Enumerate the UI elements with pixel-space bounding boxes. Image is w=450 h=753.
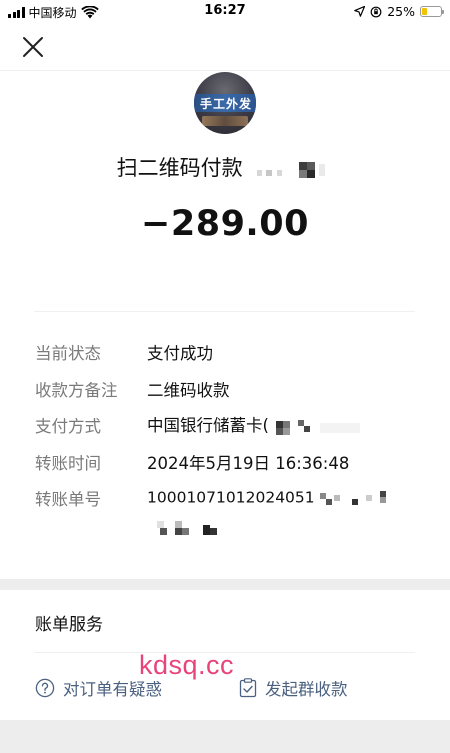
avatar-lights [202, 116, 248, 126]
detail-value: 10001071012024051 [147, 487, 396, 509]
detail-label: 当前状态 [35, 344, 101, 363]
group-collect-button[interactable]: 发起群收款 [239, 676, 348, 700]
order-number-text: 10001071012024051 [147, 488, 315, 507]
detail-label: 转账时间 [35, 454, 101, 473]
battery-percent: 25% [387, 4, 415, 19]
bottom-background [0, 732, 450, 753]
detail-value: 中国银行储蓄卡( [147, 412, 366, 438]
detail-label: 收款方备注 [35, 381, 118, 400]
orientation-lock-icon [370, 6, 382, 17]
order-question-label: 对订单有疑惑 [63, 680, 162, 699]
location-arrow-icon [354, 6, 366, 17]
detail-value: 二维码收款 [147, 381, 230, 400]
header-divider [0, 70, 450, 71]
question-circle-icon [35, 678, 55, 698]
redacted-order-number [319, 487, 396, 509]
status-right: 25% [354, 4, 444, 19]
battery-level [422, 8, 427, 15]
redacted-card-number [276, 416, 366, 438]
merchant-title: 扫二维码付款 [116, 156, 243, 180]
group-collect-label: 发起群收款 [265, 680, 348, 699]
bill-services-card: 账单服务 kdsq.cc 对订单有疑惑 发起群收款 [0, 590, 450, 720]
redacted-merchant-name [255, 158, 333, 180]
detail-label: 支付方式 [35, 417, 101, 436]
services-title: 账单服务 [35, 615, 103, 635]
payment-method-text: 中国银行储蓄卡( [147, 416, 269, 436]
detail-value: 2024年5月19日 16:36:48 [147, 454, 350, 473]
avatar-sign-text: 手工外发 [199, 97, 252, 111]
status-bar: 中国移动 16:27 25% [0, 0, 450, 24]
detail-label: 转账单号 [35, 490, 101, 509]
merchant-title-row: 扫二维码付款 [0, 152, 450, 182]
payment-amount: −289.00 [141, 204, 309, 244]
section-divider [34, 311, 415, 312]
bill-detail-card: 手工外发 扫二维码付款 −289.00 当前状态 支付成功 收款方备注 二维码收… [0, 24, 450, 579]
order-question-button[interactable]: 对订单有疑惑 [35, 676, 162, 700]
detail-value: 支付成功 [147, 344, 213, 363]
clipboard-check-icon [239, 678, 257, 698]
battery-icon [420, 6, 444, 17]
redacted-order-number-line2 [147, 517, 247, 539]
merchant-avatar: 手工外发 [194, 72, 256, 134]
close-icon[interactable] [20, 34, 46, 60]
